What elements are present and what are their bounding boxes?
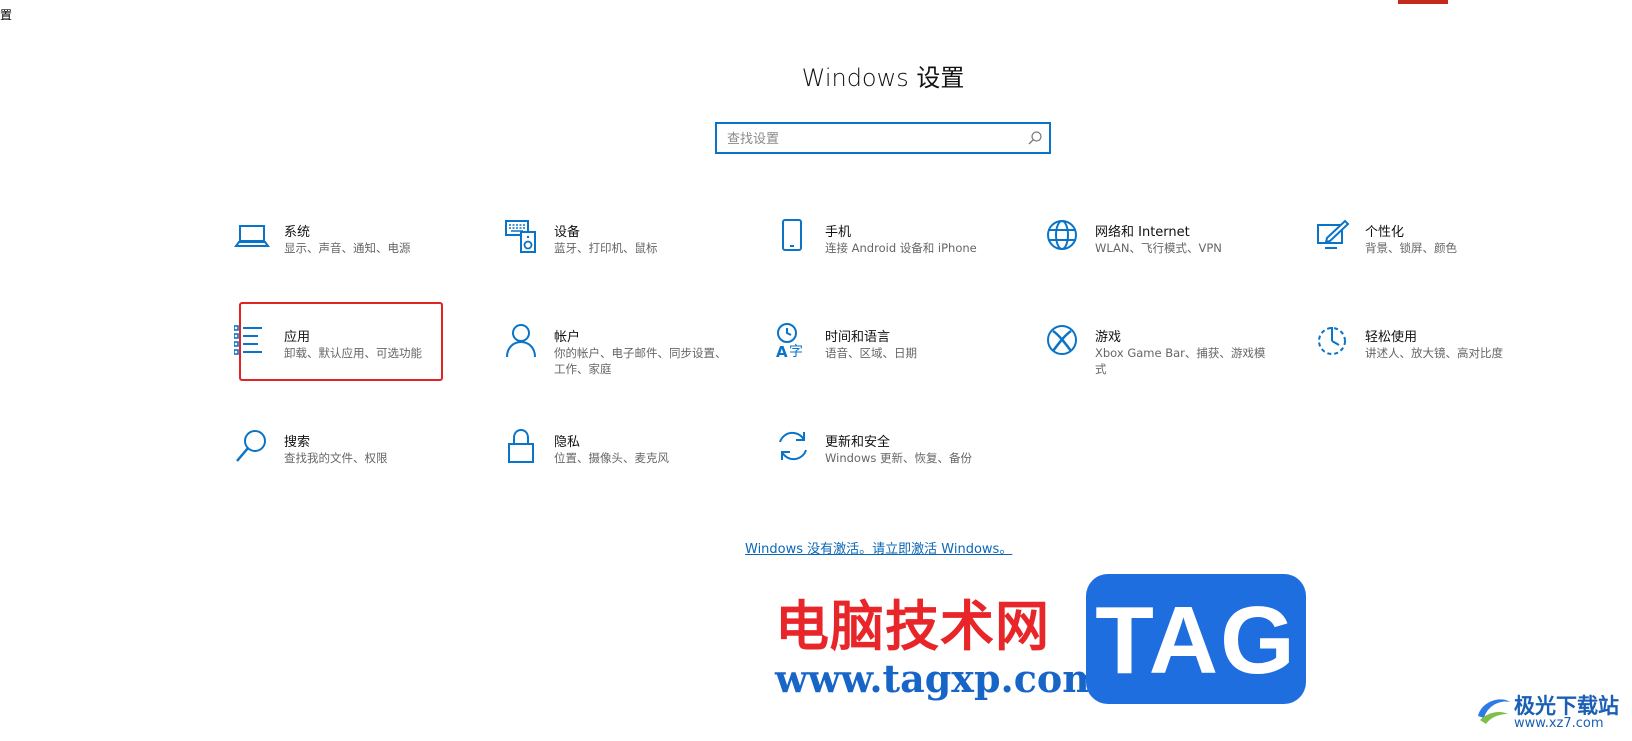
tile-ease-of-access[interactable]: 轻松使用 讲述人、放大镜、高对比度 [1315, 323, 1555, 403]
tile-network[interactable]: 网络和 Internet WLAN、飞行模式、VPN [1045, 218, 1285, 298]
tile-gaming[interactable]: 游戏 Xbox Game Bar、捕获、游戏模式 [1045, 323, 1285, 403]
search-box[interactable] [715, 122, 1051, 154]
person-icon [506, 324, 536, 358]
tile-name: 轻松使用 [1365, 330, 1418, 345]
tile-time-language[interactable]: A 字 时间和语言 语音、区域、日期 [775, 323, 1015, 403]
tile-privacy[interactable]: 隐私 位置、摄像头、麦克风 [504, 428, 744, 508]
personalization-icon [1317, 219, 1350, 249]
tile-desc: Windows 更新、恢复、备份 [825, 451, 972, 465]
watermark-tag-logo: TAG [1086, 574, 1306, 704]
tile-desc: 蓝牙、打印机、鼠标 [554, 241, 658, 255]
tile-system[interactable]: 系统 显示、声音、通知、电源 [234, 218, 474, 298]
search-icon[interactable] [1027, 130, 1043, 146]
tile-personalization[interactable]: 个性化 背景、锁屏、颜色 [1315, 218, 1555, 298]
tile-name: 系统 [284, 225, 311, 240]
search-icon [236, 430, 266, 462]
ease-of-access-icon [1318, 327, 1346, 355]
tile-desc: 你的帐户、电子邮件、同步设置、工作、家庭 [554, 346, 727, 376]
tile-name: 手机 [825, 225, 852, 240]
tile-devices[interactable]: 设备 蓝牙、打印机、鼠标 [504, 218, 744, 298]
watermark-secondary-url: www.xz7.com [1514, 716, 1604, 731]
tile-name: 设备 [554, 225, 581, 240]
tile-desc: 背景、锁屏、颜色 [1365, 241, 1457, 255]
aurora-logo-icon [1478, 699, 1510, 724]
tile-name: 更新和安全 [825, 435, 891, 450]
globe-icon [1047, 220, 1077, 250]
xbox-icon [1047, 325, 1077, 355]
tile-desc: 语音、区域、日期 [825, 346, 917, 360]
tile-name: 搜索 [284, 435, 311, 450]
window-close-button[interactable] [1398, 0, 1448, 4]
search-input[interactable] [725, 124, 1019, 154]
tile-name: 时间和语言 [825, 330, 891, 345]
tile-desc: Xbox Game Bar、捕获、游戏模式 [1095, 346, 1266, 376]
tile-search[interactable]: 搜索 查找我的文件、权限 [234, 428, 474, 508]
time-language-icon: A 字 [776, 323, 803, 359]
svg-text:A: A [776, 343, 788, 359]
tile-desc: 查找我的文件、权限 [284, 451, 388, 465]
laptop-icon [234, 225, 270, 247]
tile-accounts[interactable]: 帐户 你的帐户、电子邮件、同步设置、工作、家庭 [504, 323, 744, 403]
keyboard-speaker-icon [505, 220, 536, 253]
watermark-site-name: 电脑技术网 [775, 595, 1050, 658]
tile-phone[interactable]: 手机 连接 Android 设备和 iPhone [775, 218, 1015, 298]
svg-text:字: 字 [789, 344, 803, 359]
watermark-url: www.tagxp.com [775, 656, 1103, 701]
activate-windows-link[interactable]: Windows 没有激活。请立即激活 Windows。 [745, 538, 1012, 557]
page-title: Windows 设置 [801, 64, 965, 92]
apps-highlight-box [239, 302, 443, 381]
tile-update-security[interactable]: 更新和安全 Windows 更新、恢复、备份 [775, 428, 1015, 508]
tile-desc: 讲述人、放大镜、高对比度 [1365, 346, 1503, 360]
watermark-tag-text: TAG [1095, 587, 1297, 694]
lock-icon [508, 428, 534, 463]
tile-name: 帐户 [554, 330, 581, 345]
tile-desc: 位置、摄像头、麦克风 [554, 451, 669, 465]
tile-desc: 显示、声音、通知、电源 [284, 241, 411, 255]
tile-name: 游戏 [1095, 330, 1122, 345]
update-sync-icon [779, 431, 807, 461]
window-title-fragment: 置 [0, 8, 13, 22]
phone-icon [782, 219, 802, 251]
tile-name: 网络和 Internet [1095, 225, 1190, 240]
tile-desc: 连接 Android 设备和 iPhone [825, 241, 977, 255]
tile-desc: WLAN、飞行模式、VPN [1095, 241, 1222, 255]
tile-name: 个性化 [1365, 225, 1405, 240]
tile-name: 隐私 [554, 435, 581, 450]
